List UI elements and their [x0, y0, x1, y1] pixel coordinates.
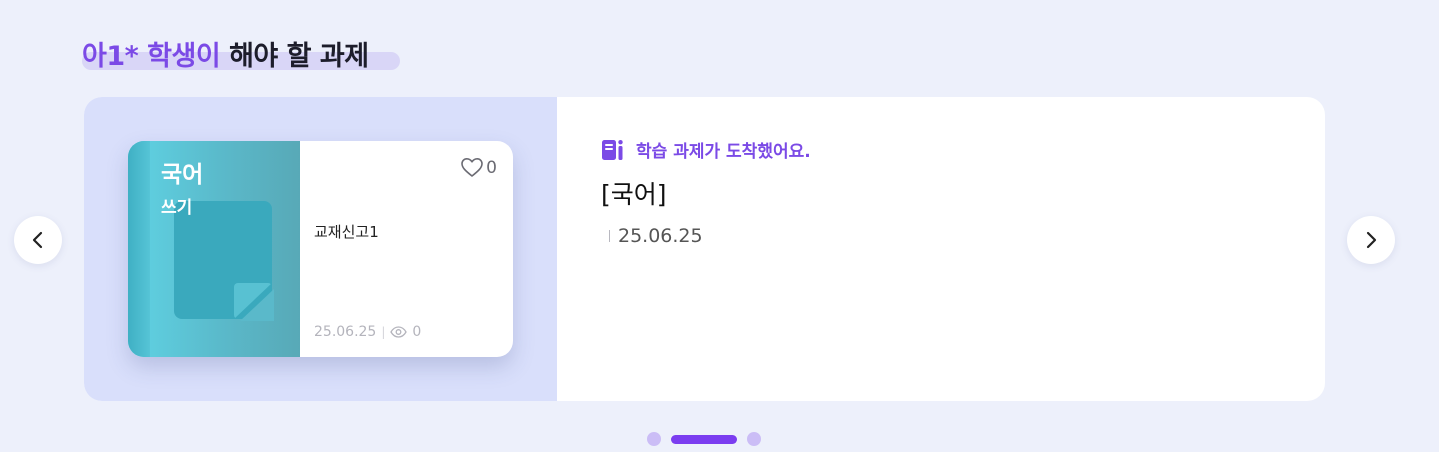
- assignment-notice: 학습 과제가 도착했어요.: [601, 137, 811, 162]
- pagination-dot[interactable]: [647, 432, 661, 446]
- prev-button[interactable]: [14, 216, 62, 264]
- book-icon: [602, 139, 623, 160]
- book-date: 25.06.25: [314, 324, 377, 340]
- chevron-left-icon: [32, 231, 43, 249]
- view-count: 0: [412, 324, 422, 340]
- assignment-date-row: 25.06.25: [601, 225, 811, 247]
- chevron-right-icon: [1366, 231, 1377, 249]
- document-icon: [174, 201, 272, 319]
- title-student: 아1* 학생이: [82, 41, 221, 72]
- next-button[interactable]: [1347, 216, 1395, 264]
- pagination-dots: [647, 432, 761, 446]
- eye-icon: [390, 326, 408, 338]
- book-name: 교재신고1: [314, 223, 379, 241]
- book-card[interactable]: 국어 쓰기 0 교재신고1 25.06.25 | 0: [128, 141, 513, 357]
- meta-separator: |: [381, 325, 386, 339]
- date-divider: [609, 230, 610, 242]
- assignment-date: 25.06.25: [618, 225, 703, 247]
- book-spine: [128, 141, 150, 357]
- pagination-dot-active[interactable]: [671, 434, 737, 444]
- book-meta: 25.06.25 | 0: [314, 324, 421, 340]
- assignment-slide: 국어 쓰기 0 교재신고1 25.06.25 | 0 학습 과제가 도착했어요.…: [84, 97, 1325, 401]
- title-rest: 해야 할 과제: [220, 41, 369, 72]
- assignment-detail: 학습 과제가 도착했어요. [국어] 25.06.25: [601, 137, 811, 247]
- like-count: 0: [486, 157, 497, 178]
- book-type: 쓰기: [161, 198, 193, 218]
- book-subject: 국어: [161, 162, 204, 188]
- assignment-title: [국어]: [601, 180, 667, 209]
- notice-text: 학습 과제가 도착했어요.: [636, 142, 811, 162]
- pagination-dot[interactable]: [747, 432, 761, 446]
- book-cover: 국어 쓰기: [128, 141, 300, 357]
- book-info: 0 교재신고1 25.06.25 | 0: [300, 141, 513, 357]
- book-panel: 국어 쓰기 0 교재신고1 25.06.25 | 0: [84, 97, 557, 401]
- like-button[interactable]: 0: [460, 157, 497, 178]
- section-title: 아1* 학생이 해야 할 과제: [82, 34, 400, 73]
- heart-outline-icon: [461, 158, 483, 177]
